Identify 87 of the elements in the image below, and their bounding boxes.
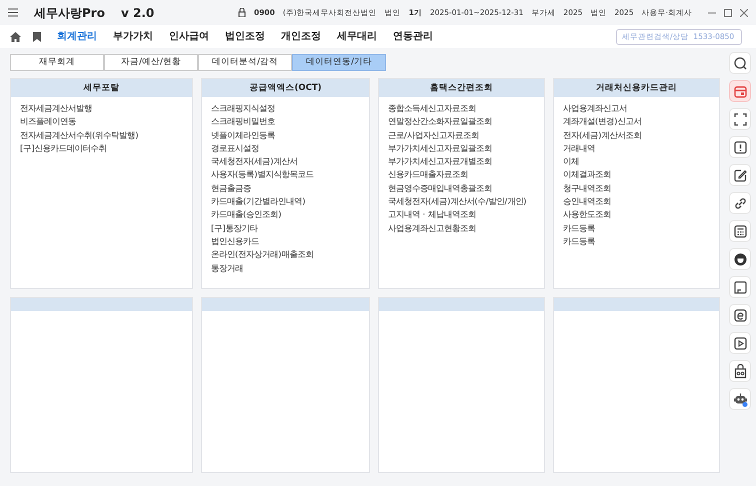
bag-icon	[732, 364, 748, 378]
wallet-tool[interactable]	[729, 80, 751, 102]
calculator-tool[interactable]	[729, 220, 751, 242]
menu-link[interactable]: 고지내역 · 체납내역조회	[388, 208, 544, 222]
letter-icon	[732, 308, 748, 322]
play-icon	[732, 336, 748, 350]
app-version: v 2.0	[120, 4, 154, 22]
menu-link[interactable]: 넷플이체라인등록	[211, 128, 369, 142]
menu-link[interactable]: [구]신용카드데이터수취	[20, 142, 192, 156]
panel-header: 홈택스간편조회	[379, 79, 544, 97]
sub-tab[interactable]: 재무회계	[10, 54, 104, 71]
panel-header: 세무포탈	[11, 79, 192, 97]
menu-link[interactable]: 카드매출(기간별라인내역)	[211, 195, 369, 208]
menu-link[interactable]: 이체	[563, 155, 719, 168]
menu-link[interactable]: 현금출금증	[211, 182, 369, 196]
note-tool[interactable]	[729, 276, 751, 298]
menu-tab[interactable]: 부가가치	[105, 29, 161, 44]
robot-tool[interactable]	[729, 388, 751, 410]
link-icon	[732, 196, 748, 210]
menu-link[interactable]: 스크래핑지식설정	[211, 102, 369, 116]
bag-tool[interactable]	[729, 360, 751, 382]
home-icon[interactable]	[10, 32, 21, 42]
menu-link[interactable]: 사업용계좌신고현황조회	[388, 222, 544, 235]
menu-link[interactable]: 경로표시설정	[211, 142, 369, 156]
menu-link[interactable]: 승인내역조회	[563, 195, 719, 208]
alert-icon	[732, 140, 748, 154]
menu-link[interactable]: 비즈플레이연동	[20, 115, 192, 129]
menu-link[interactable]: 전자세금계산서수취(위수탁발행)	[20, 128, 192, 142]
lock-icon	[238, 8, 246, 17]
menu-link[interactable]: 통장거래	[211, 262, 369, 275]
menu-tab[interactable]: 회계관리	[49, 29, 105, 44]
letter-tool[interactable]	[729, 304, 751, 326]
menu-link[interactable]: 카드등록	[563, 234, 719, 248]
app-title: 세무사랑Pro	[34, 4, 105, 22]
calculator-icon	[732, 224, 748, 238]
sub-tab[interactable]: 데이터연동/기타	[292, 54, 386, 71]
cup-tool[interactable]	[729, 248, 751, 270]
menu-link[interactable]: 사업용계좌신고서	[563, 102, 719, 116]
panel-header: 공급액엑스(OCT)	[202, 79, 369, 97]
sub-tab[interactable]: 자금/예산/현황	[104, 54, 198, 71]
menu-link[interactable]: 카드등록	[563, 222, 719, 235]
note-icon	[732, 280, 748, 294]
menu-tab[interactable]: 법인조정	[217, 29, 273, 44]
menu-tab[interactable]: 세무대리	[329, 29, 385, 44]
search-tool[interactable]	[729, 52, 751, 74]
menu-link[interactable]: 카드매출(승인조회)	[211, 208, 369, 222]
link-tool[interactable]	[729, 192, 751, 214]
sub-tab[interactable]: 데이터분석/감적	[198, 54, 292, 71]
edit-tool[interactable]	[729, 164, 751, 186]
search-icon	[732, 56, 748, 70]
play-tool[interactable]	[729, 332, 751, 354]
menu-link[interactable]: 거래내역	[563, 142, 719, 156]
menu-link[interactable]: 부가가치세신고자료개별조회	[388, 155, 544, 168]
menu-link[interactable]: 전자세금계산서발행	[20, 102, 192, 116]
maximize-icon[interactable]	[724, 8, 732, 16]
menu-link[interactable]: 근로/사업자신고자료조회	[388, 128, 544, 142]
scan-icon	[732, 112, 748, 126]
menu-link[interactable]: 법인신용카드	[211, 234, 369, 248]
menu-tab[interactable]: 개인조정	[273, 29, 329, 44]
cup-icon	[732, 252, 748, 266]
robot-icon	[732, 392, 748, 406]
close-icon[interactable]	[740, 8, 748, 16]
menu-link[interactable]: 연말정산간소화자료일괄조회	[388, 115, 544, 129]
menu-link[interactable]: 전자(세금)계산서조회	[563, 128, 719, 142]
menu-link[interactable]: 신용카드매출자료조회	[388, 168, 544, 182]
bookmark-icon[interactable]	[33, 32, 41, 42]
menu-link[interactable]: 이체결과조회	[563, 168, 719, 182]
alert-tool[interactable]	[729, 136, 751, 158]
menu-tab[interactable]: 인사급여	[161, 29, 217, 44]
menu-tab[interactable]: 연동관리	[385, 29, 441, 44]
menu-link[interactable]: 현금영수증매입내역총괄조회	[388, 182, 544, 196]
menu-link[interactable]: 스크래핑비밀번호	[211, 115, 369, 129]
menu-link[interactable]: 사용자(등록)별지식항목코드	[211, 168, 369, 182]
menu-link[interactable]: 국세청전자(세금)계산서	[211, 155, 369, 168]
menu-link[interactable]: [구]통장기타	[211, 222, 369, 235]
menu-link[interactable]: 계좌개설(변경)신고서	[563, 115, 719, 129]
menu-link[interactable]: 부가가치세신고자료일괄조회	[388, 142, 544, 156]
menu-link[interactable]: 종합소득세신고자료조회	[388, 102, 544, 116]
menu-link[interactable]: 청구내역조회	[563, 182, 719, 196]
menu-icon[interactable]	[8, 8, 18, 17]
menu-link[interactable]: 국세청전자(세금)계산서(수/발인/개인)	[388, 195, 544, 208]
panel-header: 거래처신용카드관리	[554, 79, 719, 97]
menu-link[interactable]: 온라인(전자상거래)매출조회	[211, 248, 369, 262]
menu-link[interactable]: 사용한도조회	[563, 208, 719, 222]
wallet-icon	[732, 84, 748, 98]
edit-icon	[732, 168, 748, 182]
scan-tool[interactable]	[729, 108, 751, 130]
